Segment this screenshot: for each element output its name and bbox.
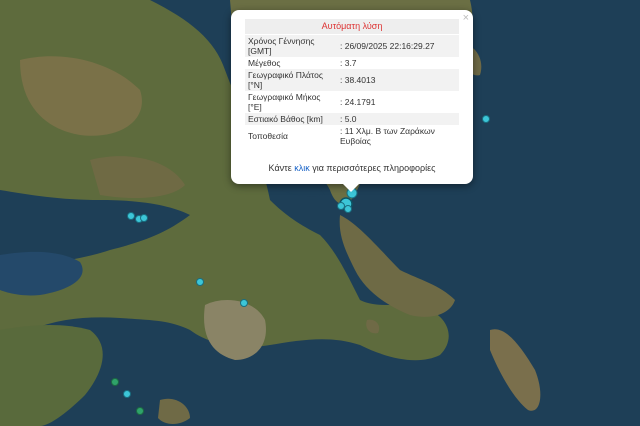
earthquake-marker[interactable] — [123, 390, 131, 398]
longitude-label: Γεωγραφικό Μήκος [°E] — [248, 92, 321, 112]
earthquake-marker-old[interactable] — [111, 378, 119, 386]
earthquake-info-popup: × Αυτόματη λύση Χρόνος Γέννησης [GMT] : … — [231, 10, 473, 192]
earthquake-marker-old[interactable] — [136, 407, 144, 415]
longitude-value: : 24.1791 — [340, 97, 376, 107]
earthquake-marker[interactable] — [127, 212, 135, 220]
latitude-label: Γεωγραφικό Πλάτος [°N] — [245, 69, 337, 91]
earthquake-details-table: Χρόνος Γέννησης [GMT] : 26/09/2025 22:16… — [245, 35, 459, 147]
table-row: Γεωγραφικό Πλάτος [°N] : 38.4013 — [245, 69, 459, 91]
earthquake-marker[interactable] — [337, 202, 345, 210]
footer-text-after: για περισσότερες πληροφορίες — [309, 163, 436, 173]
popup-title: Αυτόματη λύση — [245, 19, 459, 34]
close-icon[interactable]: × — [463, 12, 469, 24]
depth-label: Εστιακό Βάθος [km] — [245, 113, 337, 125]
popup-footer: Κάντε κλικ για περισσότερες πληροφορίες — [231, 163, 473, 173]
more-info-link[interactable]: κλικ — [294, 163, 310, 173]
magnitude-value: : 3.7 — [340, 58, 357, 68]
location-label: Τοποθεσία — [248, 131, 288, 141]
origin-time-label: Χρόνος Γέννησης [GMT] — [245, 35, 337, 57]
latitude-value: : 38.4013 — [337, 69, 459, 91]
footer-text-before: Κάντε — [268, 163, 295, 173]
magnitude-label: Μέγεθος — [248, 58, 281, 68]
location-value: : 11 Χλμ. Β των Ζαράκων Ευβοίας — [340, 126, 435, 146]
earthquake-marker[interactable] — [196, 278, 204, 286]
depth-value: : 5.0 — [337, 113, 459, 125]
earthquake-marker[interactable] — [140, 214, 148, 222]
table-row: Τοποθεσία : 11 Χλμ. Β των Ζαράκων Ευβοία… — [245, 125, 459, 147]
origin-time-value: : 26/09/2025 22:16:29.27 — [337, 35, 459, 57]
table-row: Γεωγραφικό Μήκος [°E] : 24.1791 — [245, 91, 459, 113]
table-row: Μέγεθος : 3.7 — [245, 57, 459, 69]
table-row: Εστιακό Βάθος [km] : 5.0 — [245, 113, 459, 125]
earthquake-marker[interactable] — [240, 299, 248, 307]
table-row: Χρόνος Γέννησης [GMT] : 26/09/2025 22:16… — [245, 35, 459, 57]
earthquake-marker[interactable] — [482, 115, 490, 123]
earthquake-marker[interactable] — [344, 205, 352, 213]
